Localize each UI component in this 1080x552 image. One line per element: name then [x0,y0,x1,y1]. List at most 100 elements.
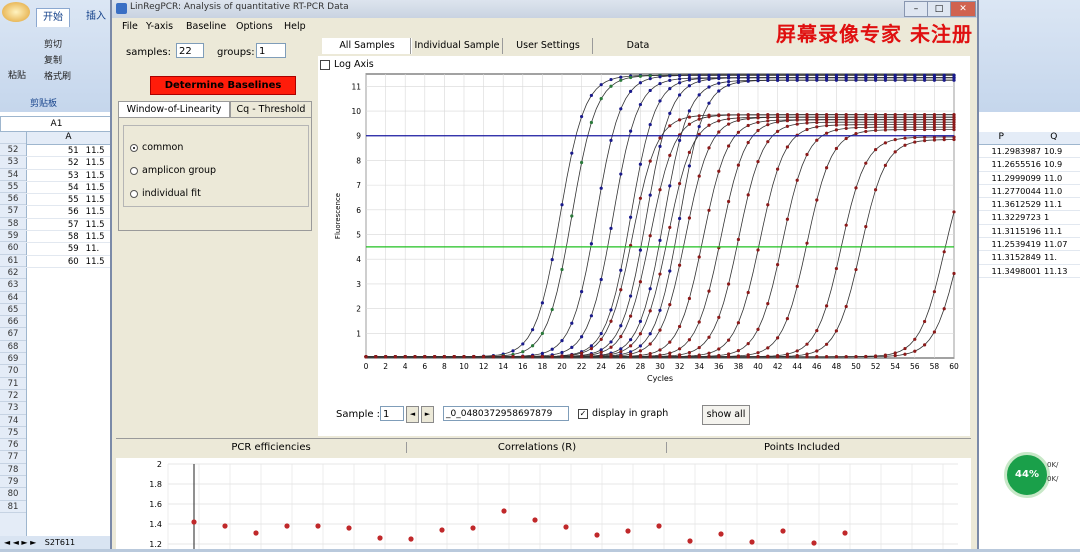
cell[interactable]: 11.1 [1044,198,1062,210]
copy-button[interactable]: 复制 [44,53,62,66]
sheet-nav-arrows[interactable]: ◄ ◄ ► ► [0,538,36,547]
format-painter-button[interactable]: 格式刷 [44,69,71,82]
radio-button[interactable] [130,167,138,175]
cell[interactable]: 55 [26,194,83,205]
tab-all-samples[interactable]: All Samples [322,38,412,54]
table-row[interactable]: 11.299909911.0 [975,172,1080,185]
cell[interactable]: 11.5 [83,145,111,156]
tab-user-settings[interactable]: User Settings [502,38,593,54]
display-in-graph-toggle[interactable]: ✓ display in graph [578,408,668,419]
cell[interactable]: 11.5 [83,231,111,242]
radio-common[interactable]: common [130,142,183,153]
cell[interactable]: 11. [83,243,111,254]
display-in-graph-checkbox[interactable]: ✓ [578,409,588,419]
tab-correlations[interactable]: Correlations (R) [406,442,667,453]
network-speed-badge[interactable]: 44% [1004,452,1050,498]
cell[interactable]: 11.5 [83,182,111,193]
row-header[interactable]: 74 [0,415,26,427]
show-all-button[interactable]: show all [702,405,750,425]
cell[interactable]: 11.3115196 [975,225,1044,237]
row-header[interactable]: 57 [0,205,26,217]
cell[interactable]: 11.2983987 [975,145,1044,157]
table-row[interactable]: 11.265551610.9 [975,158,1080,171]
row-header[interactable]: 56 [0,193,26,205]
cell[interactable]: 60 [26,256,83,267]
samples-input[interactable]: 22 [176,43,204,58]
office-button-icon[interactable] [2,2,30,22]
efficiency-chart[interactable]: 21.81.61.41.2 [116,458,971,549]
table-row[interactable]: 5211.5 [26,157,111,169]
row-header[interactable]: 60 [0,242,26,254]
cell[interactable]: 11.2770044 [975,185,1044,197]
tab-points-included[interactable]: Points Included [666,442,937,453]
cell[interactable]: 54 [26,182,83,193]
row-header[interactable]: 53 [0,156,26,168]
cell[interactable]: 11.0 [1044,185,1062,197]
row-header[interactable]: 81 [0,501,26,513]
name-box[interactable]: A1 [0,116,113,132]
column-header-p[interactable]: P [975,132,1028,144]
row-header[interactable]: 52 [0,144,26,156]
title-bar[interactable]: LinRegPCR: Analysis of quantitative RT-P… [112,0,977,18]
table-row[interactable]: 5511.5 [26,194,111,206]
groups-input[interactable]: 1 [256,43,286,58]
cell[interactable]: 11.5 [83,157,111,168]
cell[interactable]: 11.3612529 [975,198,1044,210]
row-header[interactable]: 61 [0,255,26,267]
menu-help[interactable]: Help [284,21,306,32]
cell[interactable]: 1 [1044,211,1049,223]
table-row[interactable]: 11.253941911.07 [975,238,1080,251]
row-header[interactable]: 59 [0,230,26,242]
radio-button[interactable] [130,190,138,198]
row-header[interactable]: 70 [0,365,26,377]
tab-cq-threshold[interactable]: Cq - Threshold [230,101,312,118]
amplification-chart[interactable]: 0246810121416182022242628303234363840424… [318,66,968,391]
row-header[interactable]: 67 [0,328,26,340]
cell[interactable]: 10.9 [1044,158,1062,170]
row-header[interactable]: 63 [0,279,26,291]
excel-tab-insert[interactable]: 插入 [80,8,112,26]
row-header[interactable]: 78 [0,464,26,476]
cell[interactable]: 11.2999099 [975,172,1044,184]
next-sample-button[interactable]: ► [421,406,434,423]
maximize-icon[interactable]: □ [927,1,951,17]
tab-pcr-efficiencies[interactable]: PCR efficiencies [146,442,396,453]
tab-individual-sample[interactable]: Individual Sample [410,38,503,54]
table-row[interactable]: 11.298398710.9 [975,145,1080,158]
previous-sample-button[interactable]: ◄ [406,406,419,423]
cell[interactable]: 11.2655516 [975,158,1044,170]
row-header[interactable]: 58 [0,218,26,230]
cell[interactable]: 11.1 [1044,225,1062,237]
row-header[interactable]: 66 [0,316,26,328]
cell[interactable]: 56 [26,206,83,217]
row-header[interactable]: 76 [0,439,26,451]
cell[interactable]: 11.3498001 [975,265,1044,277]
excel-tab-home[interactable]: 开始 [36,8,70,27]
determine-baselines-button[interactable]: Determine Baselines [150,76,296,95]
radio-button[interactable] [130,144,138,152]
menu-baseline[interactable]: Baseline [186,21,226,32]
table-row[interactable]: 11.311519611.1 [975,225,1080,238]
table-row[interactable]: 11.315284911. [975,251,1080,264]
tab-window-of-linearity[interactable]: Window-of-Linearity [118,101,230,118]
row-header[interactable]: 80 [0,488,26,500]
row-header[interactable]: 54 [0,169,26,181]
table-row[interactable]: 5311.5 [26,170,111,182]
cell[interactable]: 59 [26,243,83,254]
table-row[interactable]: 5911. [26,243,111,255]
row-header[interactable]: 64 [0,292,26,304]
menu-options[interactable]: Options [236,21,273,32]
close-icon[interactable]: ✕ [950,1,976,17]
row-header[interactable]: 75 [0,427,26,439]
row-header[interactable]: 55 [0,181,26,193]
table-row[interactable]: 6011.5 [26,256,111,268]
tab-data[interactable]: Data [592,38,683,54]
cell[interactable]: 11.2539419 [975,238,1044,250]
row-header[interactable]: 72 [0,390,26,402]
paste-button[interactable]: 粘贴 [8,68,26,81]
menu-file[interactable]: File [122,21,138,32]
column-header-q[interactable]: Q [1028,132,1080,144]
sheet-tab[interactable]: ◄ ◄ ► ► S2T611 [0,536,111,549]
radio-amplicon-group[interactable]: amplicon group [130,165,216,176]
table-row[interactable]: 5811.5 [26,231,111,243]
